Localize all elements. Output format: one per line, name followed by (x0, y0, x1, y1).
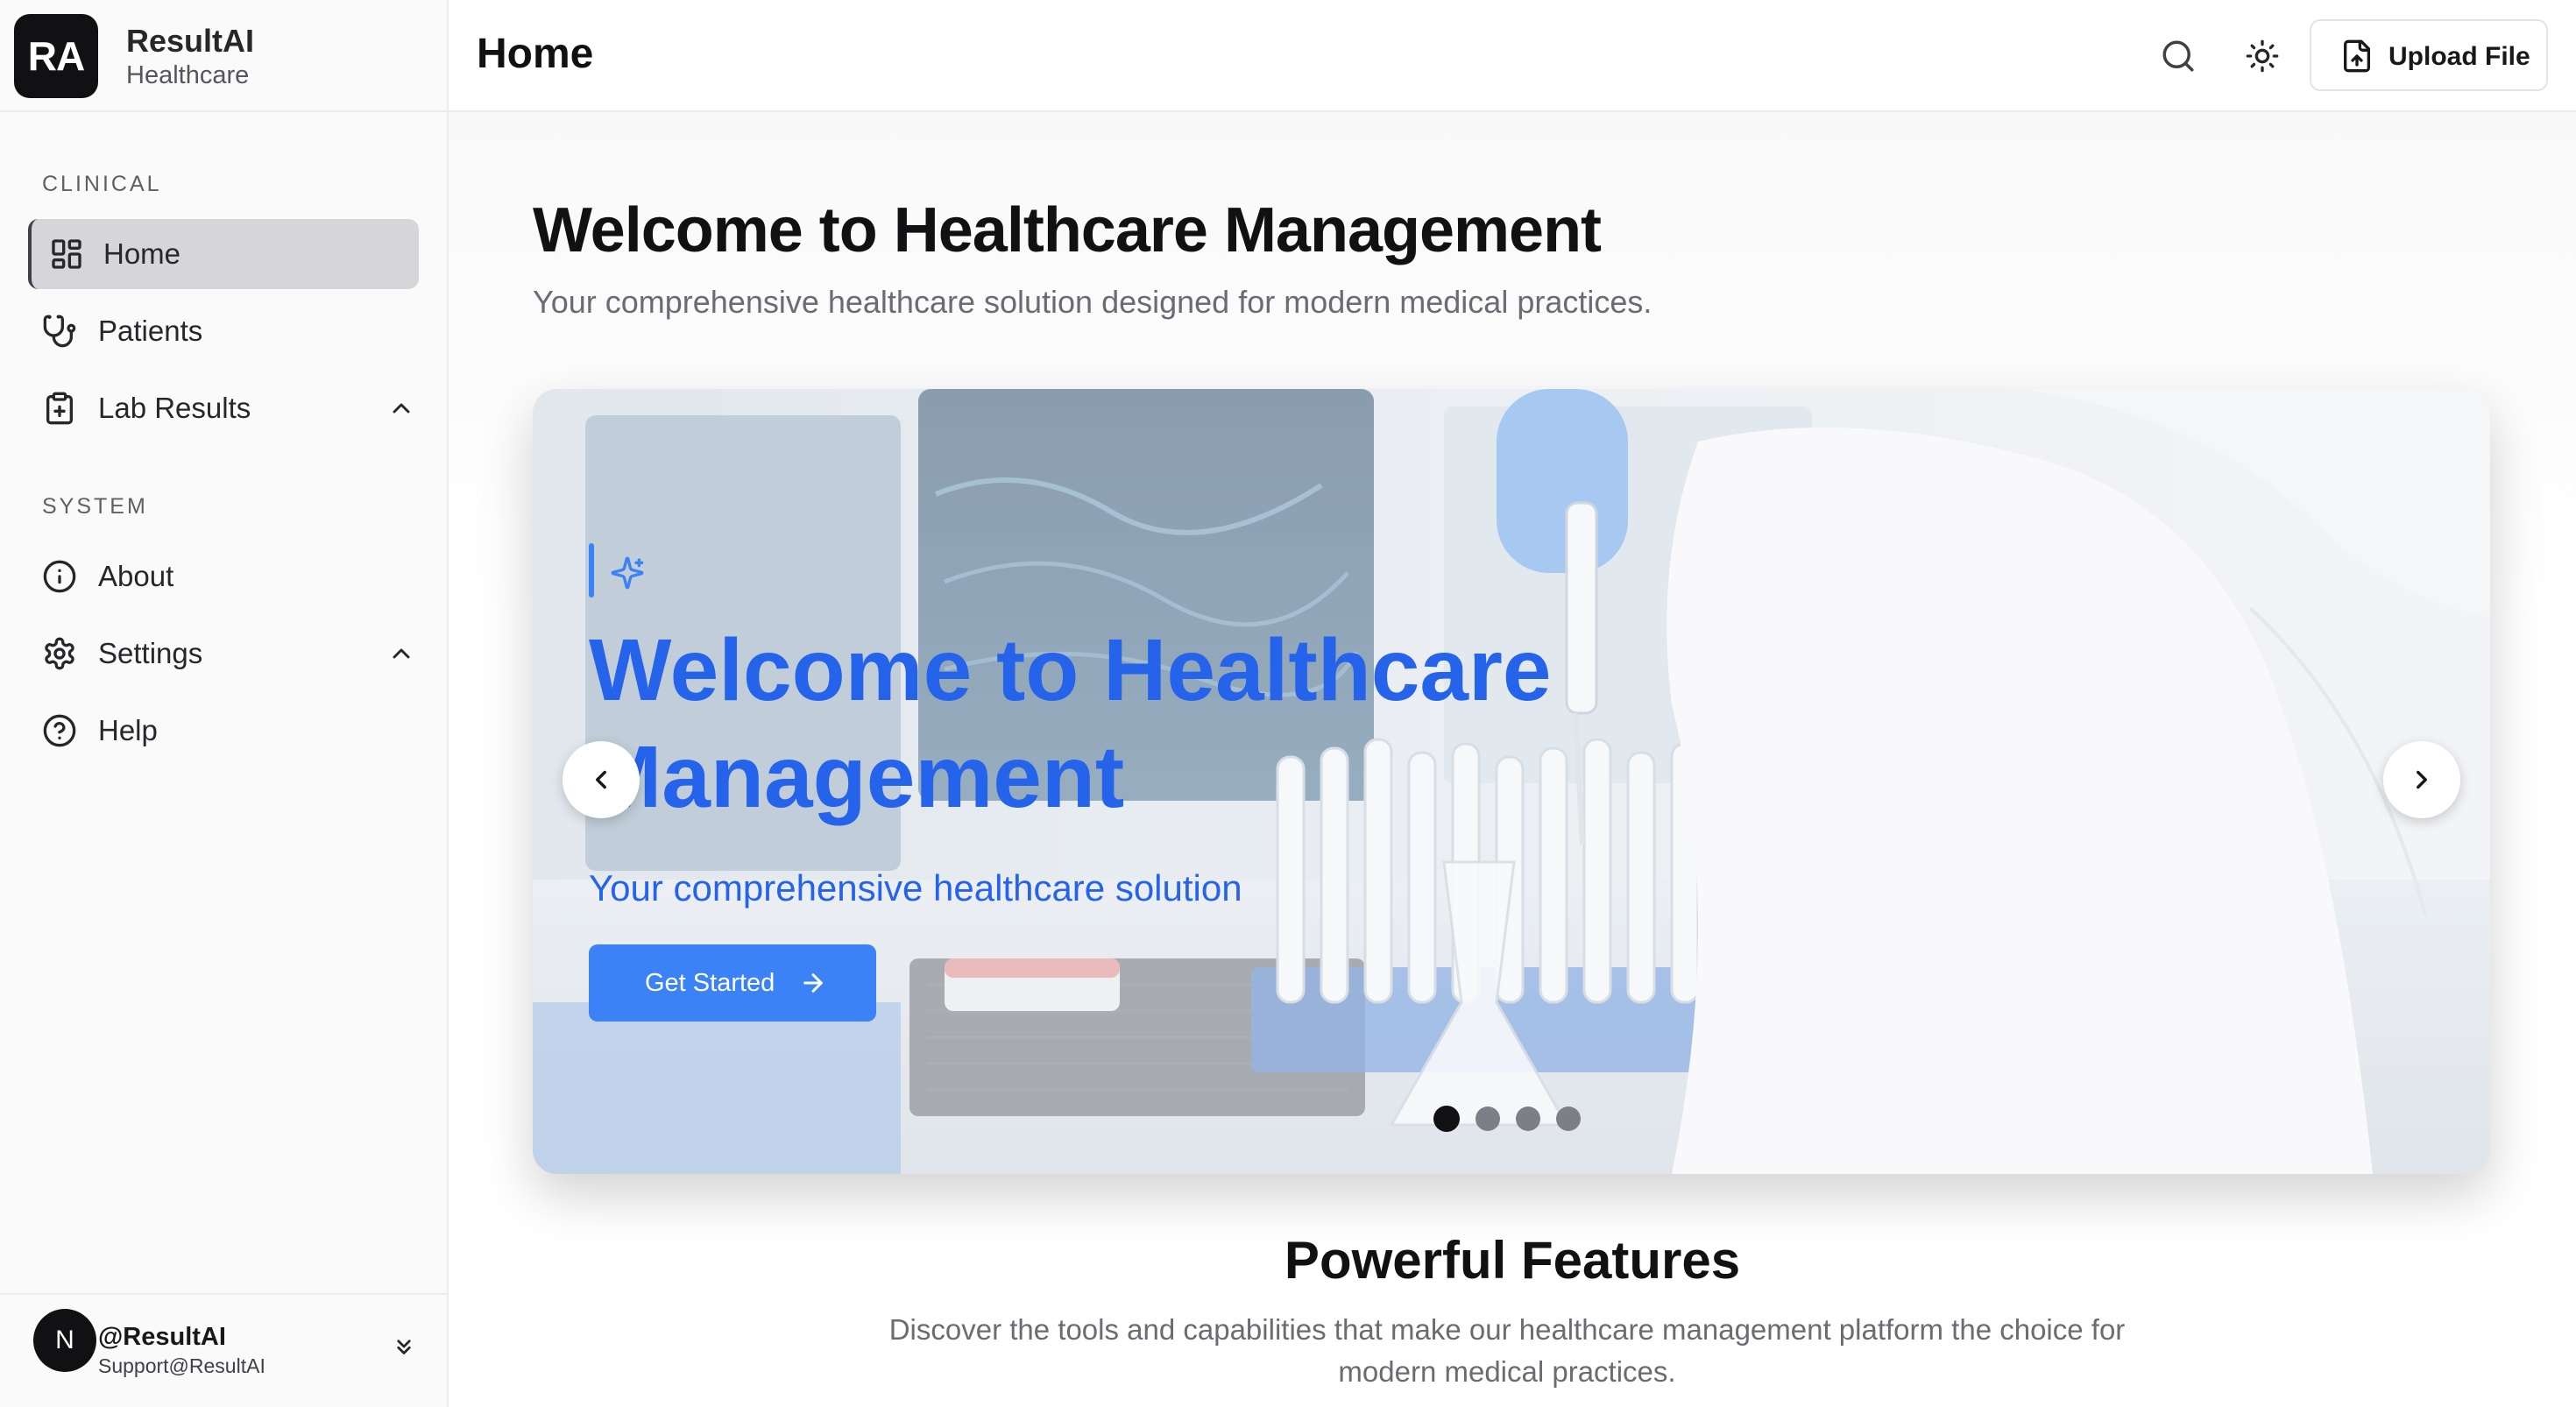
sidebar-item-label: Help (98, 714, 158, 746)
arrow-right-icon (803, 973, 823, 993)
chevron-right-icon (2417, 770, 2427, 789)
carousel-indicators (1433, 1106, 1581, 1132)
dashboard-icon (52, 239, 81, 269)
gear-icon (45, 637, 74, 670)
sidebar-item-settings[interactable]: Settings (28, 619, 419, 689)
theme-toggle-button[interactable] (2241, 35, 2283, 77)
clipboard-plus-icon (46, 392, 74, 425)
chevrons-up-down-icon[interactable] (391, 1333, 417, 1360)
chevron-left-icon (596, 770, 606, 789)
carousel-dot[interactable] (1516, 1107, 1540, 1131)
get-started-button[interactable]: Get Started (589, 944, 876, 1022)
topbar: Home Upload File (449, 0, 2576, 112)
hero-title: Welcome to Healthcare Management (589, 621, 1552, 826)
features-heading: Powerful Features (1284, 1231, 1741, 1290)
sidebar-item-label: Patients (98, 315, 203, 347)
carousel-dot[interactable] (1433, 1106, 1460, 1132)
user-name: @ResultAI (98, 1323, 226, 1351)
search-button[interactable] (2157, 35, 2199, 77)
chevron-up-icon[interactable] (387, 640, 415, 668)
sidebar-item-home[interactable]: Home (28, 219, 419, 289)
sparkles-icon (611, 556, 644, 590)
main-content: Welcome to Healthcare Management Your co… (449, 112, 2576, 1407)
carousel-prev-button[interactable] (563, 741, 640, 818)
sidebar-item-help[interactable]: Help (28, 696, 419, 766)
get-started-label: Get Started (645, 969, 775, 997)
user-menu[interactable]: N @ResultAI Support@ResultAI (0, 1293, 447, 1407)
section-label-clinical: CLINICAL (42, 172, 162, 196)
sidebar-item-patients[interactable]: Patients (28, 296, 419, 366)
stethoscope-icon (43, 315, 76, 348)
accent-bar (589, 543, 594, 597)
sidebar: RA ResultAI Healthcare CLINICAL Home Pat… (0, 0, 449, 1407)
search-icon (2162, 40, 2194, 72)
sidebar-item-label: About (98, 560, 174, 592)
hero-subtitle: Your comprehensive healthcare solution (589, 867, 1242, 909)
sidebar-item-label: Home (103, 237, 181, 270)
features-description: Discover the tools and capabilities that… (888, 1313, 2126, 1388)
sidebar-item-label: Lab Results (98, 392, 251, 424)
welcome-heading: Welcome to Healthcare Management (533, 195, 1602, 265)
sidebar-item-label: Settings (98, 637, 203, 669)
upload-file-label: Upload File (2388, 42, 2530, 71)
carousel-dot[interactable] (1556, 1107, 1581, 1131)
welcome-subtitle: Your comprehensive healthcare solution d… (533, 284, 1652, 320)
user-email: Support@ResultAI (98, 1354, 265, 1377)
carousel-next-button[interactable] (2383, 741, 2460, 818)
brand-name: ResultAI (126, 23, 255, 59)
carousel-dot[interactable] (1476, 1107, 1500, 1131)
avatar: N (33, 1309, 96, 1372)
page-title: Home (477, 31, 594, 77)
sun-icon (2246, 39, 2279, 73)
hero-carousel: Welcome to Healthcare Management Your co… (533, 389, 2490, 1174)
upload-file-button[interactable]: Upload File (2310, 19, 2548, 91)
sidebar-item-lab-results[interactable]: Lab Results (28, 373, 419, 443)
sidebar-item-about[interactable]: About (28, 541, 419, 612)
section-label-system: SYSTEM (42, 494, 148, 519)
brand-logo: RA (14, 14, 98, 98)
help-circle-icon (43, 714, 76, 747)
info-icon (43, 560, 76, 593)
brand-header[interactable]: RA ResultAI Healthcare (0, 0, 447, 112)
chevron-up-icon[interactable] (387, 394, 415, 422)
file-upload-icon (2344, 39, 2370, 73)
brand-subtitle: Healthcare (126, 61, 250, 89)
